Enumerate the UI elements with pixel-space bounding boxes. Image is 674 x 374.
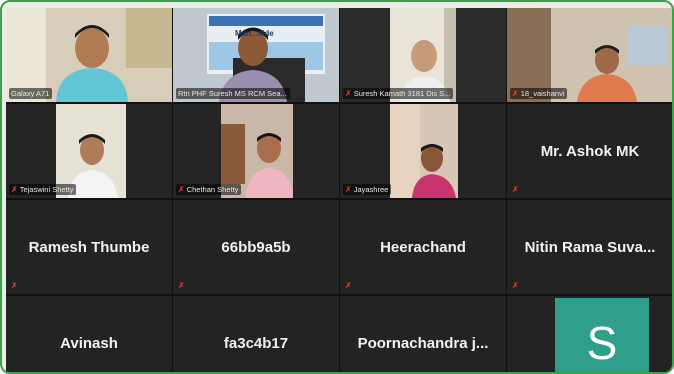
mic-muted-icon: ✗ [11, 281, 18, 290]
participant-name: Jayashree [353, 185, 389, 194]
participant-tile-66bb9a5b[interactable]: 66bb9a5b ✗ [173, 200, 339, 294]
participant-display-name: Avinash [60, 334, 118, 352]
participant-tile-mr-ashok-mk[interactable]: Mr. Ashok MK ✗ [507, 104, 672, 198]
participant-tile-poornachandra[interactable]: Poornachandra j... [340, 296, 506, 372]
participant-tile-rtn-phf-suresh[interactable]: Man...side Rtn PHF Suresh MS RCM Sea... [173, 8, 339, 102]
participant-display-name: Ramesh Thumbe [28, 238, 150, 256]
participant-name-label: ✗ Tejaswini Shetty [9, 184, 77, 195]
participant-display-name: Nitin Rama Suva... [524, 238, 656, 256]
participant-name-label: ✗ Suresh Kamath 3181 Dis S... [343, 88, 454, 99]
participant-display-name: Poornachandra j... [357, 334, 489, 352]
participant-name: Suresh Kamath 3181 Dis S... [353, 89, 451, 98]
mic-muted-icon: ✗ [512, 281, 519, 290]
participant-tile-heerachand[interactable]: Heerachand ✗ [340, 200, 506, 294]
participant-name: Tejaswini Shetty [19, 185, 74, 194]
participant-display-name: fa3c4b17 [223, 334, 289, 352]
participant-tile-s[interactable]: S [507, 296, 672, 372]
gallery-grid: Galaxy A71 Man...side Rtn PHF Suresh MS … [6, 8, 672, 372]
participant-name-label: ✗ Jayashree [343, 184, 392, 195]
participant-display-name: Mr. Ashok MK [540, 142, 640, 160]
participant-tile-18-vaishanvi[interactable]: ✗ 18_vaishanvi [507, 8, 672, 102]
participant-name: Rtn PHF Suresh MS RCM Sea... [178, 89, 287, 98]
mic-muted-icon: ✗ [512, 88, 519, 98]
participant-name: Chethan Shetty [186, 185, 239, 194]
participant-display-name: 66bb9a5b [221, 238, 291, 256]
participant-name: 18_vaishanvi [520, 89, 565, 98]
mic-muted-icon: ✗ [345, 281, 352, 290]
mic-muted-icon: ✗ [345, 88, 352, 98]
mic-muted-icon: ✗ [512, 185, 519, 194]
participant-display-name: Heerachand [380, 238, 466, 256]
participant-name-label: ✗ Chethan Shetty [176, 184, 242, 195]
participant-tile-avinash[interactable]: Avinash [6, 296, 172, 372]
participant-tile-tejaswini-shetty[interactable]: ✗ Tejaswini Shetty [6, 104, 172, 198]
participant-tile-galaxy-a71[interactable]: Galaxy A71 [6, 8, 172, 102]
participant-tile-fa3c4b17[interactable]: fa3c4b17 [173, 296, 339, 372]
mic-muted-icon: ✗ [345, 184, 352, 194]
participant-tile-nitin-rama-suva[interactable]: Nitin Rama Suva... ✗ [507, 200, 672, 294]
mic-muted-icon: ✗ [178, 184, 185, 194]
participant-name-label: Rtn PHF Suresh MS RCM Sea... [176, 88, 290, 99]
banner-text: Man...side [235, 29, 274, 38]
participant-avatar: S [555, 298, 649, 372]
participant-tile-chethan-shetty[interactable]: ✗ Chethan Shetty [173, 104, 339, 198]
participant-tile-ramesh-thumbe[interactable]: Ramesh Thumbe ✗ [6, 200, 172, 294]
mic-muted-icon: ✗ [11, 184, 18, 194]
participant-tile-jayashree[interactable]: ✗ Jayashree [340, 104, 506, 198]
participant-name-label: ✗ 18_vaishanvi [510, 88, 568, 99]
participant-name: Galaxy A71 [11, 89, 50, 98]
zoom-window: Galaxy A71 Man...side Rtn PHF Suresh MS … [0, 0, 674, 374]
mic-muted-icon: ✗ [178, 281, 185, 290]
participant-tile-suresh-kamath[interactable]: ✗ Suresh Kamath 3181 Dis S... [340, 8, 506, 102]
participant-name-label: Galaxy A71 [9, 88, 53, 99]
